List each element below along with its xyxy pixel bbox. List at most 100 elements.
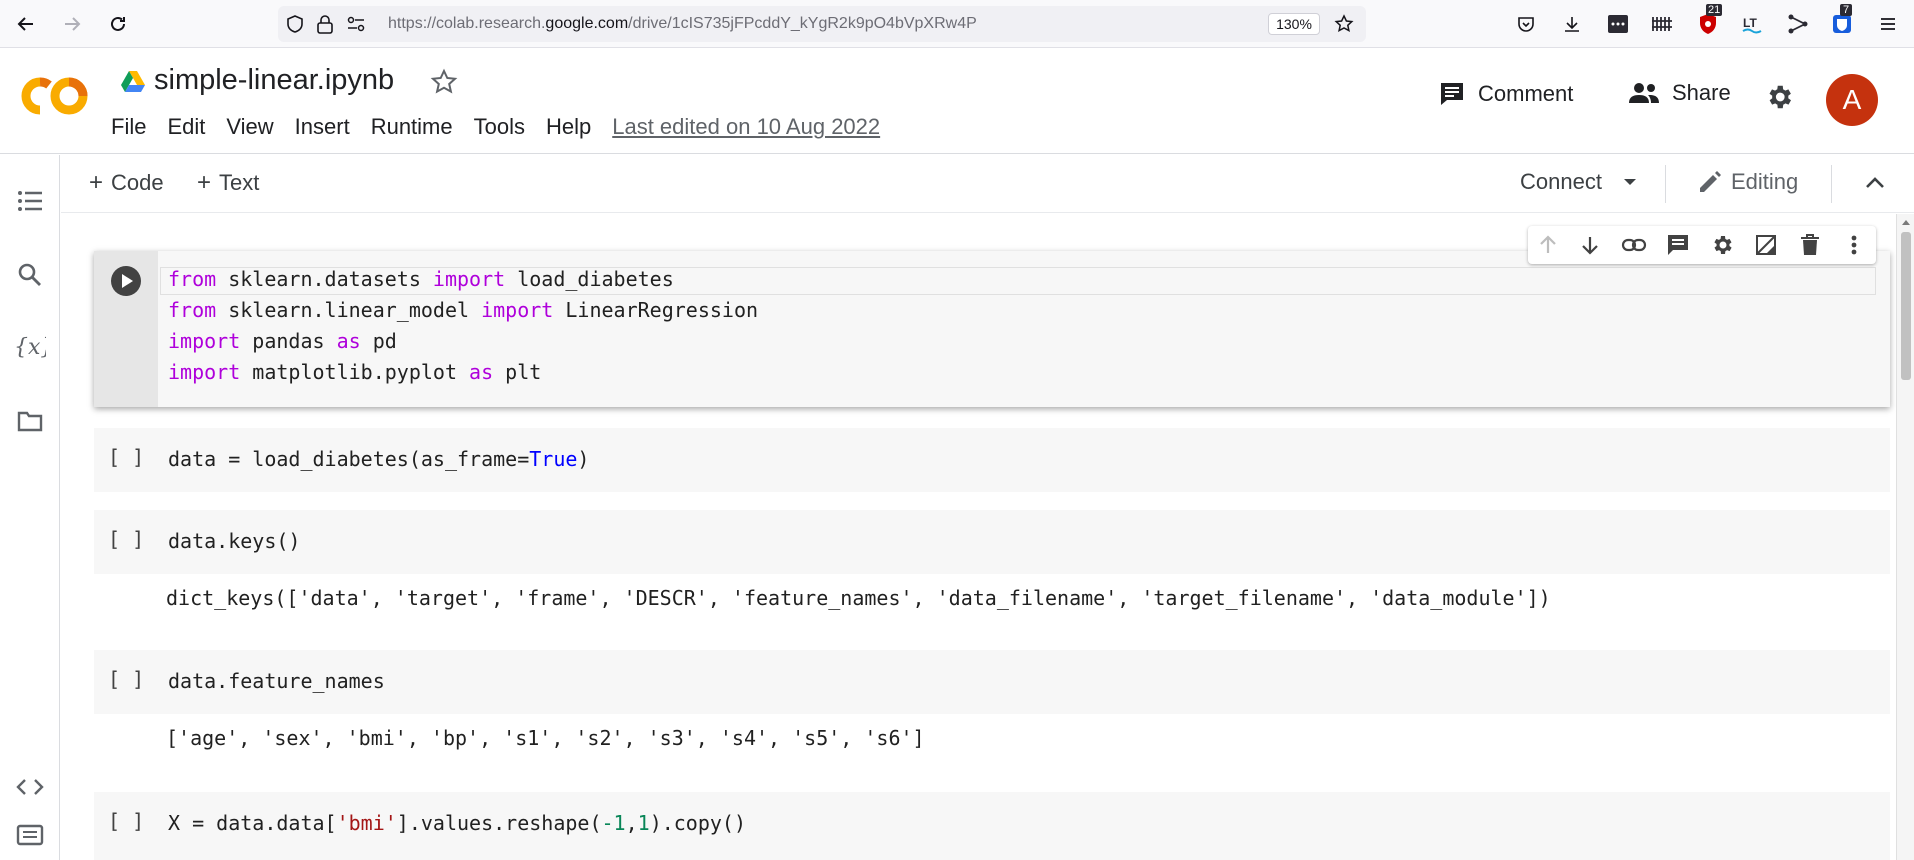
people-icon — [1629, 83, 1659, 103]
connect-dropdown[interactable] — [1623, 177, 1637, 187]
code-text[interactable]: data.feature_names — [168, 666, 385, 697]
code-text[interactable]: from sklearn.datasets import load_diabet… — [168, 264, 758, 388]
add-code-button[interactable]: + Code — [89, 169, 164, 197]
notebook-toolbar: + Code + Text Connect Editing — [61, 155, 1914, 213]
collapse-header-button[interactable] — [1865, 175, 1885, 189]
menu-file[interactable]: File — [111, 114, 146, 140]
hamburger-menu-icon[interactable] — [1874, 10, 1902, 38]
zoom-level-badge[interactable]: 130% — [1268, 13, 1320, 35]
menu-insert[interactable]: Insert — [295, 114, 350, 140]
code-cell[interactable]: [ ] data.feature_names ['age', 'sex', 'b… — [94, 650, 1890, 758]
scrollbar-thumb[interactable] — [1901, 232, 1911, 380]
forward-button[interactable] — [58, 10, 86, 38]
avatar[interactable]: A — [1826, 74, 1878, 126]
search-icon[interactable] — [14, 259, 46, 291]
divider — [1831, 165, 1832, 203]
share-button[interactable]: Share — [1628, 80, 1731, 106]
cell-output: dict_keys(['data', 'target', 'frame', 'D… — [166, 586, 1551, 610]
menu-runtime[interactable]: Runtime — [371, 114, 453, 140]
back-button[interactable] — [12, 10, 40, 38]
url-text: https://colab.research.google.com/drive/… — [388, 15, 977, 32]
code-line: from sklearn.datasets import load_diabet… — [168, 267, 674, 291]
code-cell-active[interactable]: from sklearn.datasets import load_diabet… — [94, 251, 1890, 407]
reload-button[interactable] — [104, 10, 132, 38]
comment-button[interactable]: Comment — [1438, 80, 1573, 108]
connect-button[interactable]: Connect — [1520, 169, 1602, 195]
code-line: from sklearn.linear_model import LinearR… — [168, 298, 759, 322]
menu-view[interactable]: View — [226, 114, 273, 140]
bookmark-star-icon[interactable] — [1334, 14, 1354, 34]
bitwarden-icon[interactable]: 7 — [1828, 4, 1856, 38]
menu-help[interactable]: Help — [546, 114, 591, 140]
forward-arrow-icon — [65, 17, 81, 31]
code-editor[interactable]: [ ] data = load_diabetes(as_frame=True) — [94, 428, 1890, 492]
chevron-up-icon — [1866, 177, 1884, 188]
more-options-icon[interactable] — [1840, 231, 1868, 259]
menu-tools[interactable]: Tools — [474, 114, 525, 140]
code-editor[interactable]: [ ] data.keys() — [94, 510, 1890, 574]
extension-grid-icon[interactable] — [1648, 10, 1676, 38]
star-icon[interactable] — [430, 68, 458, 96]
pencil-icon — [1700, 171, 1721, 192]
menu-bar: File Edit View Insert Runtime Tools Help… — [111, 114, 901, 140]
pocket-icon[interactable] — [1512, 10, 1540, 38]
editing-mode-button[interactable]: Editing — [1697, 169, 1798, 195]
move-cell-down-icon[interactable] — [1576, 231, 1604, 259]
share-arrow-extension-icon[interactable] — [1784, 10, 1812, 38]
translate-extension-icon[interactable]: LT — [1738, 10, 1766, 38]
mirror-cell-icon[interactable] — [1752, 231, 1780, 259]
reload-icon — [111, 16, 125, 31]
editing-label: Editing — [1731, 169, 1799, 194]
ublock-icon[interactable]: 21 — [1694, 4, 1723, 38]
link-icon[interactable] — [1620, 231, 1648, 259]
colab-logo[interactable]: CO — [20, 76, 88, 116]
folder-icon[interactable] — [14, 405, 46, 437]
add-code-label: Code — [111, 170, 164, 195]
scroll-up-arrow-icon[interactable] — [1901, 218, 1911, 226]
add-text-label: Text — [219, 170, 260, 195]
run-cell-play-icon[interactable] — [110, 265, 142, 297]
move-cell-up-icon[interactable] — [1534, 231, 1562, 259]
divider — [1665, 165, 1666, 203]
run-bracket[interactable]: [ ] — [108, 809, 144, 833]
run-bracket[interactable]: [ ] — [108, 527, 144, 551]
code-text[interactable]: data.keys() — [168, 526, 300, 557]
cell-action-toolbar — [1528, 226, 1876, 264]
code-editor[interactable]: [ ] data.feature_names — [94, 650, 1890, 714]
code-cell[interactable]: [ ] data.keys() dict_keys(['data', 'targ… — [94, 510, 1890, 618]
extension-dots-icon[interactable] — [1604, 10, 1632, 38]
code-text[interactable]: X = data.data['bmi'].values.reshape(-1,1… — [168, 808, 746, 839]
code-snippets-icon[interactable] — [14, 771, 46, 803]
google-drive-icon[interactable] — [120, 70, 146, 94]
add-text-button[interactable]: + Text — [197, 169, 259, 197]
browser-toolbar: https://colab.research.google.com/drive/… — [0, 0, 1914, 48]
vertical-scrollbar[interactable] — [1896, 214, 1914, 860]
code-editor[interactable]: [ ] X = data.data['bmi'].values.reshape(… — [94, 792, 1890, 860]
code-editor[interactable]: from sklearn.datasets import load_diabet… — [94, 251, 1890, 407]
menu-edit[interactable]: Edit — [167, 114, 205, 140]
variables-icon[interactable]: {x} — [14, 331, 46, 363]
connect-label: Connect — [1520, 169, 1602, 194]
delete-icon[interactable] — [1796, 231, 1824, 259]
code-cell[interactable]: [ ] data = load_diabetes(as_frame=True) — [94, 428, 1890, 492]
url-bar[interactable]: https://colab.research.google.com/drive/… — [278, 6, 1366, 42]
cell-settings-gear-icon[interactable] — [1708, 231, 1736, 259]
back-arrow-icon — [17, 17, 33, 31]
notebook-title[interactable]: simple-linear.ipynb — [154, 64, 394, 97]
downloads-icon[interactable] — [1558, 10, 1586, 38]
svg-text:{x}: {x} — [14, 335, 46, 360]
table-of-contents-icon[interactable] — [14, 185, 46, 217]
run-bracket[interactable]: [ ] — [108, 445, 144, 469]
code-text[interactable]: data = load_diabetes(as_frame=True) — [168, 444, 589, 475]
plus-icon: + — [89, 169, 104, 196]
command-palette-icon[interactable] — [14, 819, 46, 851]
run-bracket[interactable]: [ ] — [108, 667, 144, 691]
code-cell[interactable]: [ ] X = data.data['bmi'].values.reshape(… — [94, 792, 1890, 860]
gear-icon[interactable] — [1764, 82, 1794, 112]
caret-down-icon — [1624, 179, 1636, 185]
lock-icon — [317, 15, 333, 34]
add-comment-icon[interactable] — [1664, 231, 1692, 259]
last-edited-link[interactable]: Last edited on 10 Aug 2022 — [612, 114, 880, 140]
share-label: Share — [1672, 80, 1731, 105]
colab-header: CO simple-linear.ipynb File Edit View In… — [0, 48, 1914, 154]
